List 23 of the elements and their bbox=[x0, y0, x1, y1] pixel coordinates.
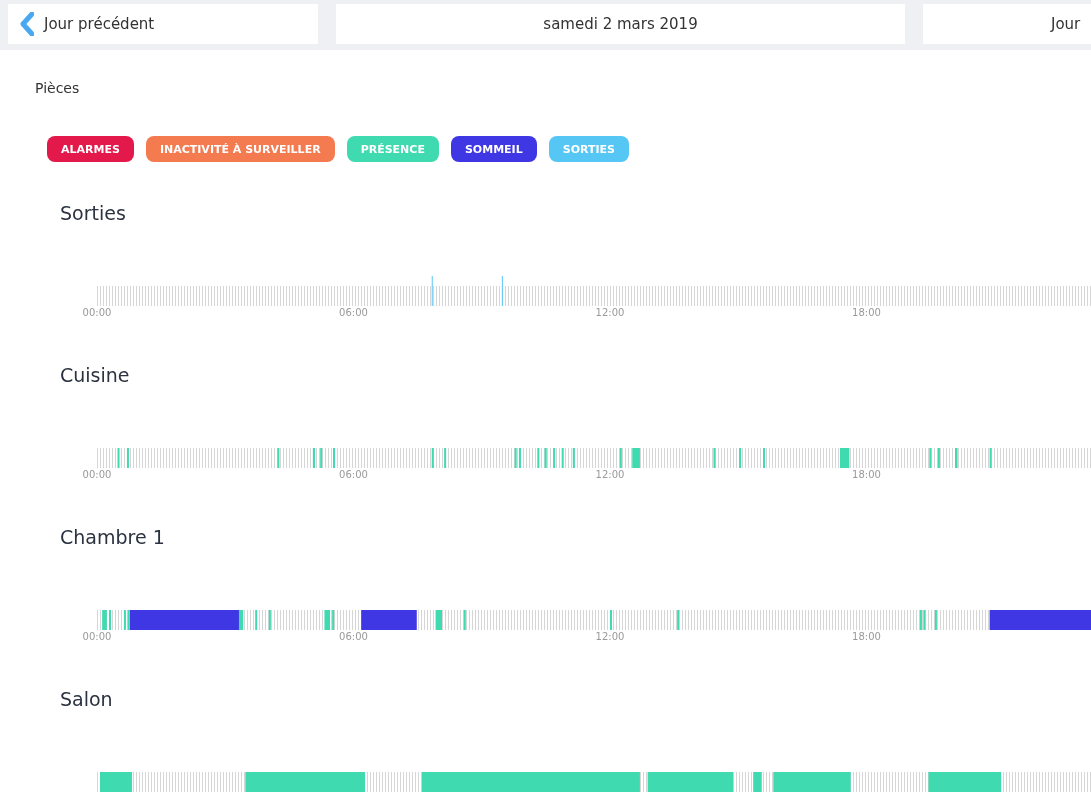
legend-chip[interactable]: ALARMES bbox=[47, 136, 134, 162]
time-label: 00:00 bbox=[82, 469, 112, 480]
room-title: Chambre 1 bbox=[60, 526, 165, 548]
room-title: Cuisine bbox=[60, 364, 130, 386]
chevron-left-icon bbox=[20, 12, 34, 36]
time-label: 12:00 bbox=[595, 631, 625, 642]
time-label: 12:00 bbox=[595, 307, 625, 318]
legend-chip[interactable]: SOMMEIL bbox=[450, 136, 537, 162]
room-title: Sorties bbox=[60, 202, 126, 224]
time-label: 06:00 bbox=[339, 307, 368, 318]
time-label: 18:00 bbox=[852, 307, 881, 318]
time-label: 00:00 bbox=[82, 307, 112, 318]
current-date: samedi 2 mars 2019 bbox=[543, 15, 698, 33]
time-label: 12:00 bbox=[595, 469, 625, 480]
time-label: 18:00 bbox=[852, 631, 881, 642]
next-day-button[interactable]: Jour bbox=[1051, 15, 1081, 33]
legend-chip[interactable]: INACTIVITÉ À SURVEILLER bbox=[145, 136, 335, 162]
room-title: Salon bbox=[60, 688, 113, 710]
time-label: 18:00 bbox=[852, 469, 881, 480]
time-label: 06:00 bbox=[339, 469, 368, 480]
time-label: 06:00 bbox=[339, 631, 368, 642]
section-title: Pièces bbox=[35, 80, 80, 96]
time-label: 00:00 bbox=[82, 631, 112, 642]
